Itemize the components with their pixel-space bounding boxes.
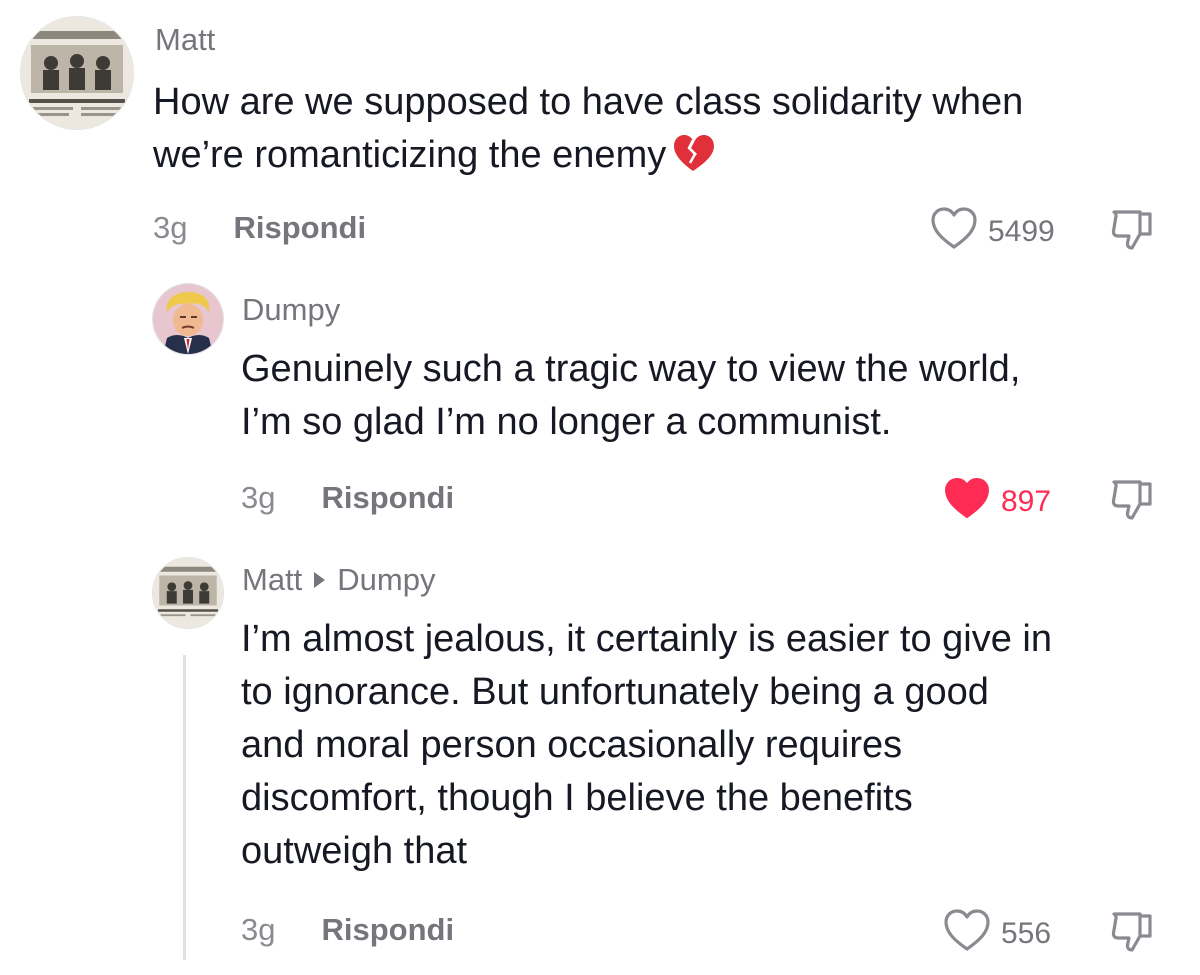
- comment-username[interactable]: Matt: [155, 22, 215, 58]
- comment-text-line: outweigh that: [241, 830, 468, 872]
- comment-text-line: I’m so glad I’m no longer a communist.: [241, 401, 892, 443]
- heart-outline-icon: [930, 206, 978, 258]
- reply-button[interactable]: Rispondi: [233, 210, 366, 246]
- avatar-matt[interactable]: [20, 16, 134, 130]
- comment-text-line: Genuinely such a tragic way to view the …: [241, 348, 1021, 390]
- username-label: Matt: [155, 22, 216, 57]
- comment-text-line: and moral person occasionally requires: [241, 724, 903, 766]
- comment-username[interactable]: Matt Dumpy: [242, 562, 436, 598]
- dislike-button[interactable]: [1108, 206, 1158, 254]
- comment-time: 3g: [241, 912, 276, 947]
- like-button[interactable]: 5499: [930, 206, 1055, 258]
- broken-heart-emoji-icon: [672, 133, 715, 188]
- reply-arrow-icon: [314, 572, 326, 588]
- avatar-dumpy[interactable]: [152, 283, 224, 355]
- comment-text-line: discomfort, though I believe the benefit…: [241, 777, 913, 819]
- comment-text: Genuinely such a tragic way to view the …: [241, 343, 1020, 449]
- like-button[interactable]: 556: [943, 908, 1051, 960]
- like-count: 897: [1001, 485, 1052, 518]
- avatar-photo-icon: [21, 17, 133, 129]
- comment-text: How are we supposed to have class solida…: [153, 76, 1023, 188]
- comment-meta: 3g Rispondi: [241, 480, 454, 516]
- thumbs-down-icon: [1111, 210, 1152, 250]
- reply-button[interactable]: Rispondi: [321, 912, 454, 948]
- avatar-matt[interactable]: [152, 557, 224, 629]
- thumbs-down-icon: [1111, 480, 1152, 520]
- like-count: 556: [1001, 917, 1052, 950]
- comment-meta: 3g Rispondi: [241, 912, 454, 948]
- avatar-photo-icon: [153, 558, 223, 628]
- reply-to-username[interactable]: Dumpy: [337, 562, 435, 598]
- like-button[interactable]: 897: [943, 476, 1051, 528]
- comment-time: 3g: [153, 210, 188, 245]
- comment-text-line: How are we supposed to have class solida…: [153, 81, 1024, 123]
- comment-text-line-with-emoji: we’re romanticizing the enemy: [153, 129, 1023, 188]
- comment-text: I’m almost jealous, it certainly is easi…: [241, 613, 1052, 878]
- username-label: Matt: [242, 562, 303, 597]
- heart-filled-icon: [943, 476, 991, 528]
- thread-line: [183, 655, 186, 960]
- comment-time: 3g: [241, 480, 276, 515]
- avatar-cartoon-icon: [153, 284, 223, 354]
- comment-username[interactable]: Dumpy: [242, 292, 340, 328]
- like-count: 5499: [988, 215, 1055, 248]
- heart-outline-icon: [943, 908, 991, 960]
- reply-button[interactable]: Rispondi: [321, 480, 454, 516]
- username-label: Dumpy: [242, 292, 341, 327]
- comment-meta: 3g Rispondi: [153, 210, 366, 246]
- comment-text-line: to ignorance. But unfortunately being a …: [241, 671, 989, 713]
- dislike-button[interactable]: [1108, 476, 1158, 524]
- comment-text-line: we’re romanticizing the enemy: [153, 134, 667, 176]
- thumbs-down-icon: [1111, 912, 1152, 952]
- dislike-button[interactable]: [1108, 908, 1158, 956]
- comment-text-line: I’m almost jealous, it certainly is easi…: [241, 618, 1052, 660]
